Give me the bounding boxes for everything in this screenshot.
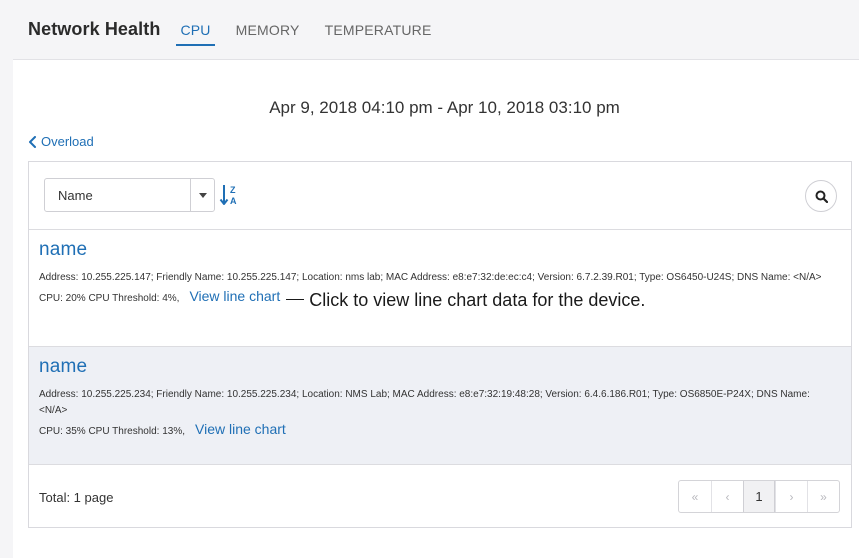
sort-field-select[interactable]: Name [44, 178, 215, 212]
date-range: Apr 9, 2018 04:10 pm - Apr 10, 2018 03:1… [269, 98, 620, 117]
cpu-stats: CPU: 35% CPU Threshold: 13%, [39, 426, 185, 437]
next-page-button[interactable]: › [775, 481, 807, 512]
list-toolbar: Name Z A [29, 162, 851, 230]
left-gutter [0, 0, 13, 558]
device-details: Address: 10.255.225.234; Friendly Name: … [39, 389, 810, 416]
callout-annotation: Click to view line chart data for the de… [286, 290, 645, 311]
view-line-chart-link[interactable]: View line chart [189, 288, 280, 304]
total-pages-text: Total: 1 page [39, 490, 114, 505]
first-page-button[interactable]: « [679, 481, 711, 512]
last-page-button[interactable]: » [807, 481, 839, 512]
device-row: name Address: 10.255.225.147; Friendly N… [29, 230, 851, 347]
callout-text: Click to view line chart data for the de… [309, 289, 646, 310]
device-list-panel: Name Z A name Address: 10.255.225.147; F… [28, 161, 852, 528]
search-icon [815, 190, 828, 203]
svg-text:A: A [230, 196, 237, 206]
svg-text:Z: Z [230, 185, 236, 195]
page-title: Network Health [28, 19, 161, 39]
search-button[interactable] [805, 180, 837, 212]
network-health-app: Network Health CPU MEMORY TEMPERATURE Ap… [0, 0, 859, 558]
device-name-link[interactable]: name [39, 356, 841, 378]
back-link-label: Overload [41, 134, 94, 149]
caret-down-icon[interactable] [190, 179, 214, 211]
header-bar: Network Health CPU MEMORY TEMPERATURE [13, 0, 859, 60]
device-details: Address: 10.255.225.147; Friendly Name: … [39, 272, 822, 283]
prev-page-button[interactable]: ‹ [711, 481, 743, 512]
device-row: name Address: 10.255.225.234; Friendly N… [29, 347, 851, 465]
view-line-chart-link[interactable]: View line chart [195, 421, 286, 437]
back-link-overload[interactable]: Overload [28, 134, 94, 149]
cpu-line: CPU: 20% CPU Threshold: 4%, View line ch… [39, 288, 841, 311]
device-name-link[interactable]: name [39, 239, 841, 261]
pagination: « ‹ 1 › » [678, 480, 840, 513]
cpu-stats: CPU: 20% CPU Threshold: 4%, [39, 293, 180, 304]
callout-line [286, 298, 305, 300]
chevron-left-icon [29, 135, 36, 148]
page-1-button[interactable]: 1 [743, 481, 775, 512]
tab-temperature[interactable]: TEMPERATURE [325, 0, 432, 60]
sort-z-a-icon[interactable]: Z A [219, 182, 241, 208]
list-footer: Total: 1 page « ‹ 1 › » [29, 465, 851, 528]
tab-cpu[interactable]: CPU [176, 0, 215, 60]
cpu-line: CPU: 35% CPU Threshold: 13%, View line c… [39, 421, 841, 437]
sort-field-value: Name [58, 187, 93, 203]
tab-memory[interactable]: MEMORY [236, 0, 300, 60]
